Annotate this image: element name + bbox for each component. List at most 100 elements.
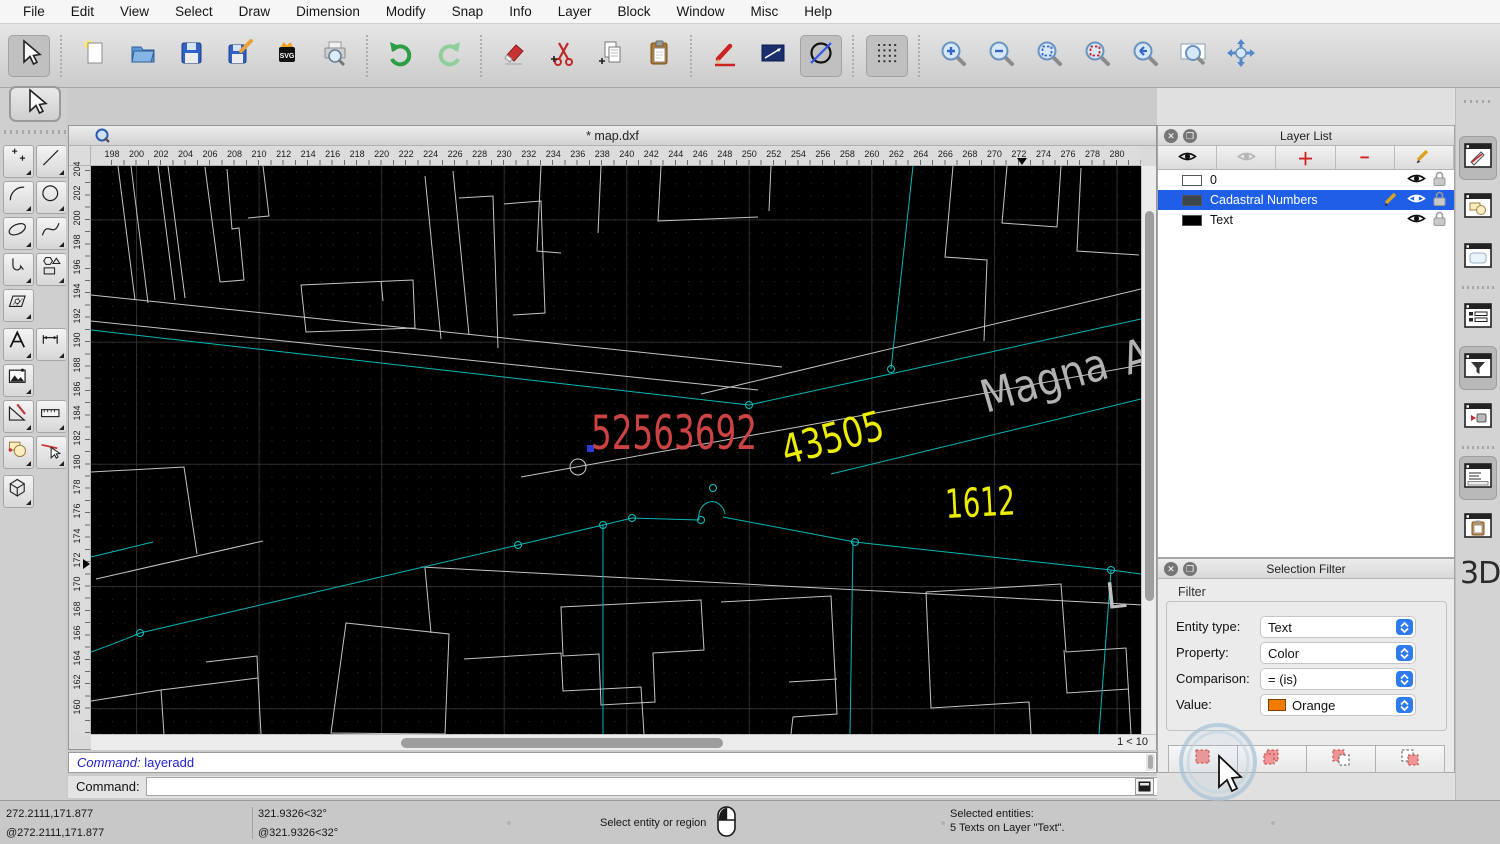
hide-all-layers-button[interactable] (1217, 146, 1276, 169)
document-titlebar[interactable]: * map.dxf (69, 126, 1156, 146)
filter-field-dropdown[interactable]: Color (1260, 642, 1416, 664)
add-layer-button[interactable]: ＋ (1276, 146, 1335, 169)
clipboard-panel-dock-button[interactable] (1459, 506, 1497, 550)
delete-eraser-button[interactable] (494, 35, 536, 77)
layer-visibility-icon[interactable] (1407, 212, 1426, 228)
drawing-canvas[interactable]: 5256369243505435051612MagnaAL (91, 166, 1141, 734)
float-panel-icon[interactable]: ❐ (1183, 562, 1197, 576)
hatch-tool-button[interactable] (3, 289, 34, 322)
menu-snap[interactable]: Snap (439, 0, 497, 24)
close-icon[interactable]: ✕ (1164, 129, 1178, 143)
measure-tool-button[interactable] (36, 400, 67, 433)
zoom-previous-button[interactable] (1124, 35, 1166, 77)
copy-button[interactable] (590, 35, 632, 77)
command-input[interactable] (146, 777, 1194, 796)
layer-visibility-icon[interactable] (1407, 172, 1426, 188)
select-add-button[interactable] (1237, 745, 1307, 773)
filter-field-dropdown[interactable]: Orange (1260, 694, 1416, 716)
command-options-icon[interactable] (1135, 778, 1154, 795)
image-tool-button[interactable] (3, 364, 34, 397)
show-all-layers-button[interactable] (1158, 146, 1217, 169)
filter-field-dropdown[interactable]: = (is) (1260, 668, 1416, 690)
undo-button[interactable] (380, 35, 422, 77)
print-preview-button[interactable] (314, 35, 356, 77)
polyline-tool-button[interactable] (3, 253, 34, 286)
svg-export-button[interactable]: SVG (266, 35, 308, 77)
filter-field-dropdown[interactable]: Text (1260, 616, 1416, 638)
menu-help[interactable]: Help (791, 0, 845, 24)
layer-edit-icon[interactable] (1383, 191, 1400, 209)
menu-window[interactable]: Window (664, 0, 738, 24)
menu-view[interactable]: View (107, 0, 162, 24)
street-name-partial[interactable]: L (1104, 575, 1128, 618)
library-browser-dock-button[interactable] (1459, 236, 1497, 280)
dropdown-stepper-icon[interactable] (1396, 697, 1413, 713)
draw-settings-button[interactable] (704, 35, 746, 77)
layer-row-cadastral-numbers[interactable]: Cadastral Numbers (1158, 190, 1454, 210)
edit-layer-button[interactable] (1395, 146, 1454, 169)
layer-lock-icon[interactable] (1433, 191, 1446, 209)
spline-tool-button[interactable] (36, 217, 67, 250)
layer-row-0[interactable]: 0 (1158, 170, 1454, 190)
redo-button[interactable] (428, 35, 470, 77)
close-icon[interactable]: ✕ (1164, 562, 1178, 576)
draft-mode-button[interactable] (800, 35, 842, 77)
horizontal-scrollbar[interactable]: 1 < 10 (91, 734, 1156, 750)
selection-tool-button[interactable] (9, 86, 61, 122)
dimension-tool-button[interactable] (36, 328, 67, 361)
line-properties-button[interactable] (752, 35, 794, 77)
open-file-button[interactable] (122, 35, 164, 77)
layer-row-text[interactable]: Text (1158, 210, 1454, 230)
command-line-dock-button[interactable] (1459, 456, 1497, 500)
menu-block[interactable]: Block (605, 0, 664, 24)
solid-tool-button[interactable] (3, 475, 34, 508)
cadastral-number-selected[interactable]: 52563692 (591, 406, 757, 461)
select-intersect-button[interactable] (1375, 745, 1445, 773)
cadastral-number[interactable]: 1612 (944, 478, 1016, 528)
new-document-button[interactable] (74, 35, 116, 77)
layer-color-swatch[interactable] (1182, 215, 1202, 226)
selection-filter-dock-button[interactable] (1459, 346, 1497, 390)
save-as-button[interactable] (218, 35, 260, 77)
selection-pointer-button[interactable] (8, 35, 50, 77)
line-tool-button[interactable] (36, 145, 67, 178)
menu-dimension[interactable]: Dimension (283, 0, 373, 24)
save-button[interactable] (170, 35, 212, 77)
menu-file[interactable]: File (10, 0, 58, 24)
menu-select[interactable]: Select (162, 0, 226, 24)
circle-tool-button[interactable] (36, 181, 67, 214)
layer-color-swatch[interactable] (1182, 195, 1202, 206)
block-list-dock-button[interactable] (1459, 186, 1497, 230)
polygon-tool-button[interactable] (36, 253, 67, 286)
zoom-window-button[interactable] (1172, 35, 1214, 77)
points-tool-button[interactable] (3, 145, 34, 178)
property-editor-dock-button[interactable] (1459, 136, 1497, 180)
paste-button[interactable] (638, 35, 680, 77)
layer-color-swatch[interactable] (1182, 175, 1202, 186)
remove-layer-button[interactable]: − (1336, 146, 1395, 169)
menu-layer[interactable]: Layer (545, 0, 605, 24)
dropdown-stepper-icon[interactable] (1396, 671, 1413, 687)
command-history-scrollbar[interactable] (1146, 754, 1155, 771)
vertical-scrollbar[interactable] (1141, 166, 1156, 734)
viewport-dock-button[interactable] (1459, 396, 1497, 440)
horizontal-scrollbar-thumb[interactable] (401, 738, 723, 748)
layer-lock-icon[interactable] (1433, 211, 1446, 229)
cut-button[interactable] (542, 35, 584, 77)
layer-visibility-icon[interactable] (1407, 192, 1426, 208)
menu-info[interactable]: Info (496, 0, 545, 24)
menu-edit[interactable]: Edit (58, 0, 107, 24)
construction-tool-button[interactable] (3, 400, 34, 433)
zoom-out-button[interactable] (980, 35, 1022, 77)
dropdown-stepper-icon[interactable] (1396, 645, 1413, 661)
zoom-auto-button[interactable] (1028, 35, 1070, 77)
vertical-scrollbar-thumb[interactable] (1145, 211, 1154, 601)
arc-tool-button[interactable] (3, 181, 34, 214)
menu-draw[interactable]: Draw (226, 0, 284, 24)
grid-toggle-button[interactable] (866, 35, 908, 77)
select-new-button[interactable] (1168, 745, 1238, 773)
select-subtract-button[interactable] (1306, 745, 1376, 773)
zoom-in-button[interactable] (932, 35, 974, 77)
menu-modify[interactable]: Modify (373, 0, 439, 24)
layer-list-dock-button[interactable] (1459, 296, 1497, 340)
